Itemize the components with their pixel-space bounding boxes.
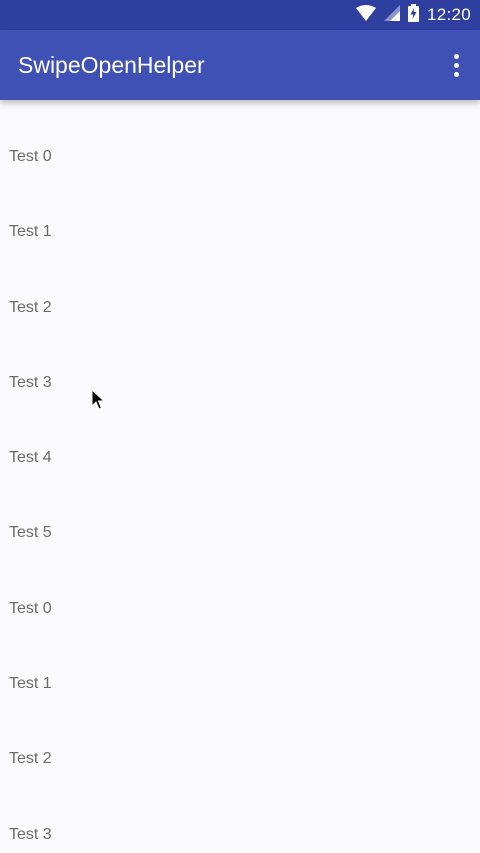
- wifi-icon: [355, 4, 376, 26]
- list-item[interactable]: Test 1: [0, 647, 480, 722]
- list-item-label: Test 3: [9, 825, 52, 843]
- more-vert-icon[interactable]: [444, 50, 468, 80]
- list-item[interactable]: Test 3: [0, 798, 480, 853]
- list-item[interactable]: Test 5: [0, 496, 480, 571]
- overflow-dot: [453, 62, 459, 68]
- list-item[interactable]: Test 0: [0, 572, 480, 647]
- list-item[interactable]: Test 4: [0, 421, 480, 496]
- list-item-label: Test 2: [9, 298, 52, 316]
- overflow-dot: [453, 53, 459, 59]
- app-bar: SwipeOpenHelper: [0, 30, 480, 100]
- cell-signal-icon: [383, 4, 400, 26]
- list-item[interactable]: Test 3: [0, 346, 480, 421]
- overflow-dot: [453, 71, 459, 77]
- list-item[interactable]: Test 1: [0, 195, 480, 270]
- app-screen: 12:20 SwipeOpenHelper Test 0 Test 1 Test…: [0, 0, 480, 853]
- list-item[interactable]: Test 2: [0, 271, 480, 346]
- list-item-label: Test 4: [9, 449, 52, 467]
- app-title: SwipeOpenHelper: [18, 52, 205, 78]
- list-item-label: Test 1: [9, 675, 52, 693]
- list-item-label: Test 2: [9, 750, 52, 768]
- list-item-label: Test 3: [9, 373, 52, 391]
- list-item-label: Test 1: [9, 223, 52, 241]
- list-item[interactable]: Test 2: [0, 722, 480, 797]
- status-bar: 12:20: [0, 0, 480, 30]
- list-item[interactable]: Test 0: [0, 120, 480, 195]
- status-clock: 12:20: [426, 5, 471, 24]
- list-item-label: Test 0: [9, 599, 52, 617]
- test-list: Test 0 Test 1 Test 2 Test 3 Test 4 Test …: [0, 120, 480, 853]
- battery-charging-icon: [407, 3, 419, 27]
- list-item-label: Test 0: [9, 148, 52, 165]
- list-item-label: Test 5: [9, 524, 52, 542]
